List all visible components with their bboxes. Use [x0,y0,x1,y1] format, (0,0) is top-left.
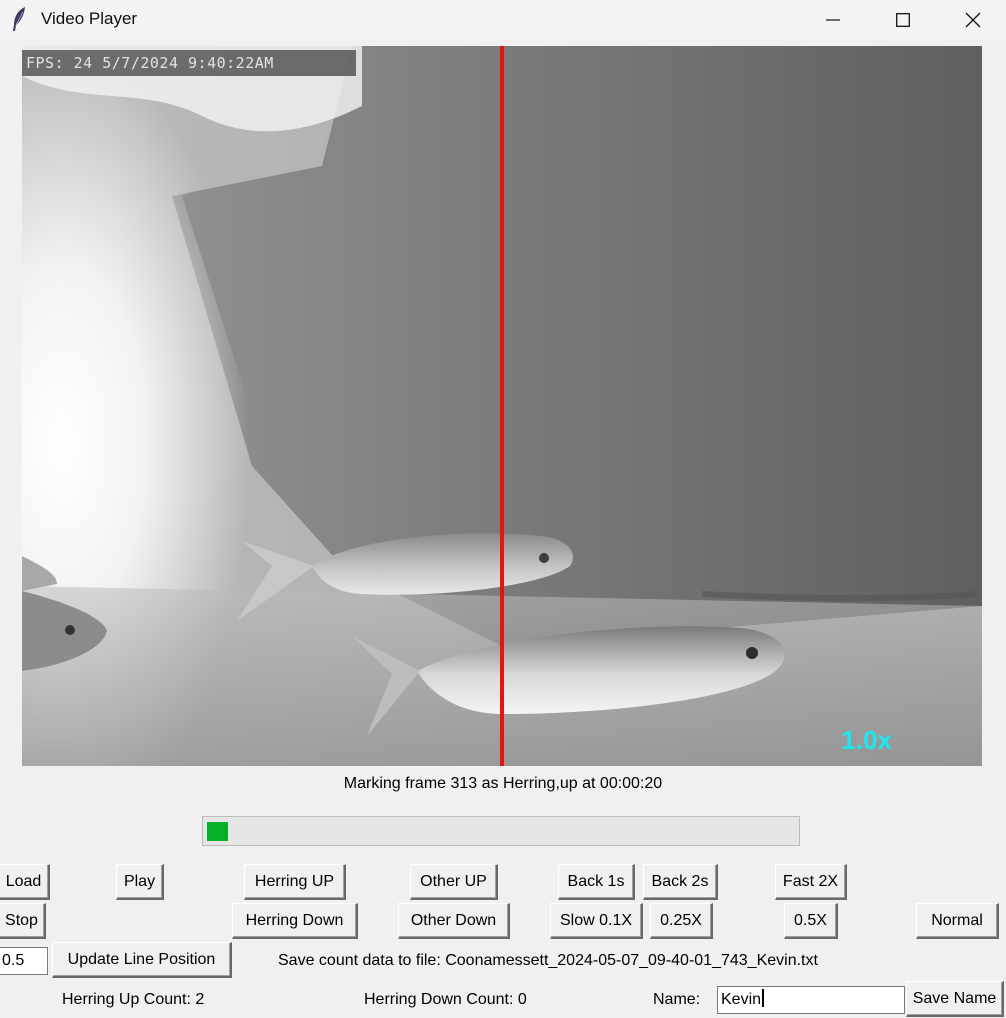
name-input[interactable]: Kevin [717,986,905,1014]
video-frame[interactable]: FPS: 24 5/7/2024 9:40:22AM 1.0x [22,46,982,766]
play-button[interactable]: Play [116,864,164,900]
update-line-position-button[interactable]: Update Line Position [52,942,232,978]
name-label: Name: [653,991,701,1008]
load-button[interactable]: Load [0,864,50,900]
slow-01x-button[interactable]: Slow 0.1X [550,903,643,939]
progress-bar[interactable] [202,816,800,846]
speed-025x-button[interactable]: 0.25X [650,903,713,939]
video-osd-timestamp: FPS: 24 5/7/2024 9:40:22AM [22,50,356,76]
maximize-icon [896,13,910,27]
back-2s-button[interactable]: Back 2s [643,864,718,900]
save-name-button[interactable]: Save Name [906,981,1004,1017]
progress-bar-fill [207,822,228,841]
minimize-button[interactable] [798,0,868,40]
close-icon [965,12,981,28]
window-title: Video Player [41,9,138,28]
speed-overlay: 1.0x [841,725,892,755]
line-position-input[interactable]: 0.5 [0,947,48,975]
count-line[interactable] [500,46,504,766]
close-button[interactable] [938,0,1006,40]
stop-button[interactable]: Stop [0,903,46,939]
name-input-value: Kevin [721,991,762,1008]
herring-down-button[interactable]: Herring Down [232,903,358,939]
save-file-label: Save count data to file: Coonamessett_20… [278,952,818,969]
other-down-button[interactable]: Other Down [398,903,510,939]
feather-icon [13,7,25,31]
text-caret [762,989,765,1007]
herring-down-count: Herring Down Count: 0 [364,991,527,1008]
title-bar: Video Player [0,0,1006,40]
speed-05x-button[interactable]: 0.5X [784,903,838,939]
back-1s-button[interactable]: Back 1s [558,864,635,900]
herring-up-button[interactable]: Herring UP [244,864,346,900]
other-up-button[interactable]: Other UP [410,864,498,900]
maximize-button[interactable] [868,0,938,40]
status-message: Marking frame 313 as Herring,up at 00:00… [343,775,663,792]
herring-up-count: Herring Up Count: 2 [62,991,205,1008]
normal-speed-button[interactable]: Normal [916,903,999,939]
minimize-icon [826,19,840,21]
fast-2x-button[interactable]: Fast 2X [775,864,847,900]
